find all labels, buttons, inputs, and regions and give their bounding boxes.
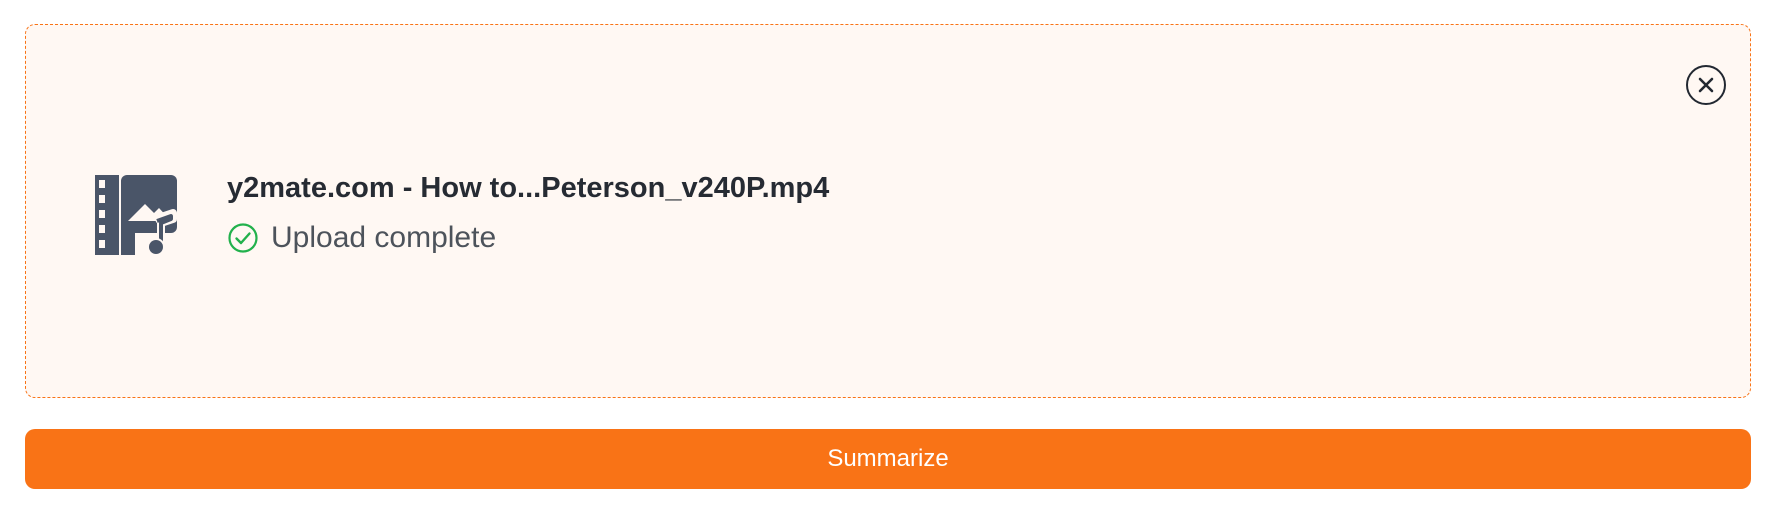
- upload-status-text: Upload complete: [271, 221, 497, 254]
- check-circle-icon: [228, 223, 258, 253]
- summarize-button[interactable]: Summarize: [25, 429, 1751, 489]
- upload-status: Upload complete: [227, 220, 829, 256]
- upload-card: y2mate.com - How to...Peterson_v240P.mp4…: [25, 24, 1751, 398]
- media-file-icon: [95, 175, 177, 256]
- close-icon: [1698, 77, 1714, 93]
- file-info: y2mate.com - How to...Peterson_v240P.mp4…: [227, 168, 829, 256]
- file-name: y2mate.com - How to...Peterson_v240P.mp4: [227, 172, 830, 204]
- close-button[interactable]: [1686, 65, 1726, 105]
